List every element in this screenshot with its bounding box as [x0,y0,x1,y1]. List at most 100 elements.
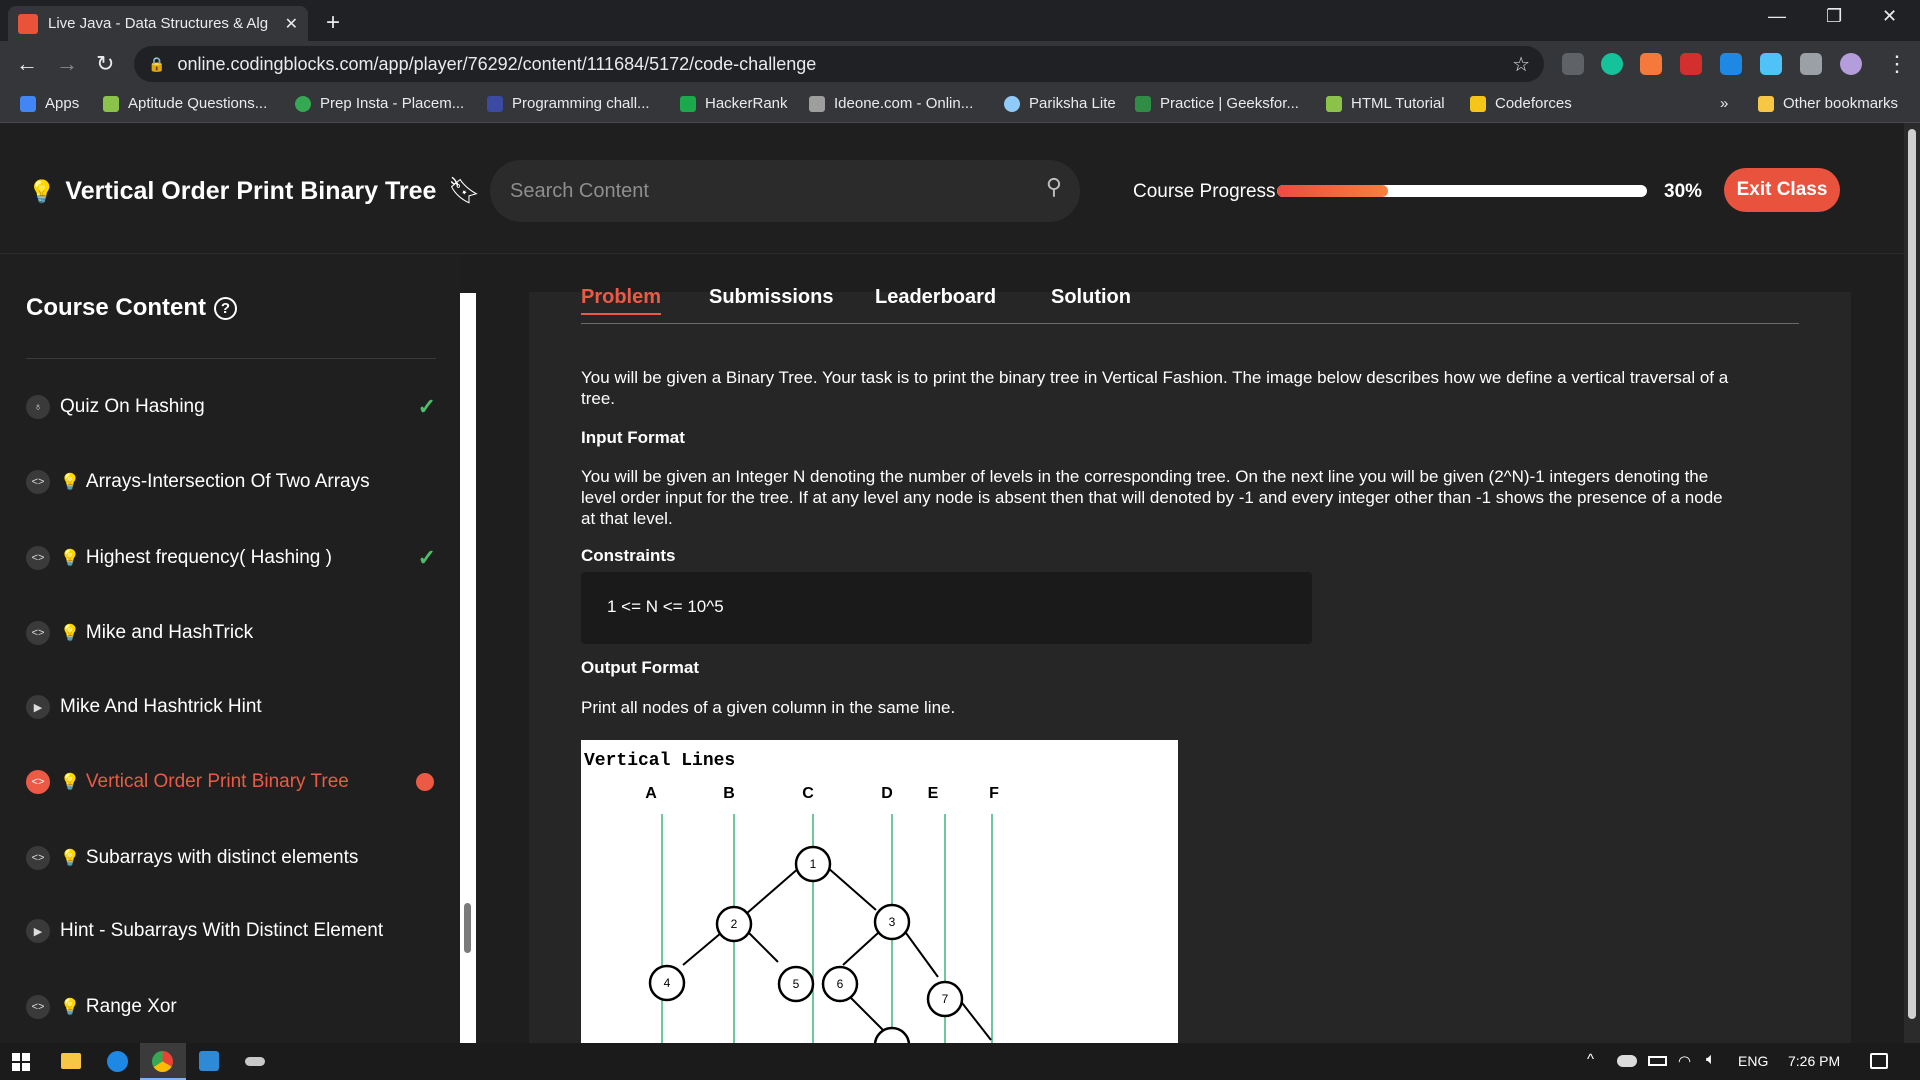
bookmarks-overflow-button[interactable]: » [1720,95,1728,112]
bookmark-item[interactable]: Ideone.com - Onlin... [809,95,973,112]
lightbulb-icon: 💡 [60,774,80,791]
volume-icon[interactable]: 🔈︎ [1706,1051,1716,1069]
sidebar-item-arrays-intersection[interactable]: <> 💡 Arrays-Intersection Of Two Arrays [26,470,436,494]
wifi-icon[interactable]: ◠ [1678,1052,1691,1070]
constraints-heading: Constraints [581,546,676,565]
bookmark-icon[interactable]: 🔖︎ [448,175,481,206]
notification-icon[interactable] [1870,1053,1888,1069]
clock[interactable]: 7:26 PM [1788,1053,1840,1069]
bookmark-item[interactable]: HackerRank [680,95,788,112]
sidebar-item-mike-hashtrick-hint[interactable]: ▶ Mike And Hashtrick Hint [26,695,436,719]
check-icon: ✓ [417,394,436,419]
sidebar-item-highest-frequency[interactable]: <> 💡 Highest frequency( Hashing ) ✓ [26,545,436,570]
forward-icon[interactable]: → [56,51,78,77]
bookmark-item[interactable]: Prep Insta - Placem... [295,95,464,112]
bookmark-favicon-icon [487,95,503,112]
extension-icon[interactable] [1562,53,1584,75]
code-icon: <> [26,846,50,870]
node-label: 4 [664,976,671,990]
bookmark-apps[interactable]: Apps [20,95,79,112]
vscode-icon[interactable] [199,1051,219,1071]
grammarly-icon[interactable] [1601,53,1623,75]
sidebar-item-vertical-order[interactable]: <> 💡 Vertical Order Print Binary Tree [26,770,436,794]
search-content-input[interactable]: Search Content ⚲ [490,160,1080,222]
course-progress-percent: 30% [1664,181,1703,202]
tray-chevron-icon[interactable]: ^ [1587,1051,1594,1068]
page-scrollbar[interactable] [1904,123,1920,1043]
bookmark-item[interactable]: Pariksha Lite [1004,95,1116,112]
bookmark-star-icon[interactable]: ☆ [1512,52,1530,77]
help-icon[interactable]: ? [214,296,237,320]
bookmark-item[interactable]: Aptitude Questions... [103,95,267,112]
sidebar-item-subarrays-distinct[interactable]: <> 💡 Subarrays with distinct elements [26,846,436,870]
bookmark-favicon-icon [680,95,696,112]
bookmark-item[interactable]: Codeforces [1470,95,1572,112]
bookmark-favicon-icon [1326,95,1342,112]
tab-solution[interactable]: Solution [1051,286,1131,309]
sidebar-item-range-xor[interactable]: <> 💡 Range Xor [26,995,436,1019]
sidebar-scroll-thumb[interactable] [464,903,471,953]
node-label: 3 [889,915,896,929]
sidebar-item-mike-and-hashtrick[interactable]: <> 💡 Mike and HashTrick [26,621,436,645]
extension-icon[interactable] [1720,53,1742,75]
course-content-heading: Course Content ? [26,294,237,322]
edge-icon[interactable] [107,1051,128,1072]
course-progress-bar [1277,185,1647,197]
extension-icon[interactable] [1760,53,1782,75]
address-bar[interactable]: 🔒 online.codingblocks.com/app/player/762… [134,46,1544,82]
course-progress-label: Course Progress [1133,181,1276,202]
browser-tab[interactable]: Live Java - Data Structures & Alg ✕ [8,6,308,41]
tab-problem[interactable]: Problem [581,286,662,315]
sidebar-item-subarrays-hint[interactable]: ▶ Hint - Subarrays With Distinct Element [26,919,436,943]
sidebar-item-quiz-on-hashing[interactable]: ♁ Quiz On Hashing ✓ [26,394,436,419]
code-icon: <> [26,770,50,794]
menu-kebab-icon[interactable]: ⋮ [1886,51,1908,77]
file-explorer-icon[interactable] [61,1053,81,1069]
language-indicator[interactable]: ENG [1738,1053,1768,1069]
sidebar-scrollbar[interactable] [460,293,476,1043]
input-format-heading: Input Format [581,428,685,447]
diagram-title: Vertical Lines [584,751,735,771]
extension-icon[interactable] [1680,53,1702,75]
new-tab-icon[interactable]: + [326,9,340,37]
restore-icon[interactable]: ❐ [1826,6,1842,27]
browser-tab-strip: Live Java - Data Structures & Alg ✕ + — … [0,0,1920,41]
back-icon[interactable]: ← [16,51,38,77]
tab-close-icon[interactable]: ✕ [285,14,298,34]
column-label: F [989,785,999,802]
app-icon[interactable] [245,1057,265,1066]
app-header: 💡 Vertical Order Print Binary Tree 🔖︎ Se… [0,123,1904,254]
search-icon[interactable]: ⚲ [1046,174,1062,200]
node-label: 6 [837,977,844,991]
bookmark-favicon-icon [1135,95,1151,112]
tab-submissions[interactable]: Submissions [709,286,833,309]
output-format-text: Print all nodes of a given column in the… [581,698,956,717]
scroll-thumb[interactable] [1908,129,1916,1019]
constraints-box: 1 <= N <= 10^5 [581,572,1312,644]
extension-icon[interactable] [1640,53,1662,75]
lightbulb-icon: 💡 [60,850,80,867]
reload-icon[interactable]: ↻ [96,51,114,77]
lightbulb-icon: 💡 [28,178,56,204]
exit-class-button[interactable]: Exit Class [1724,168,1840,212]
onedrive-icon[interactable] [1617,1055,1637,1067]
minimize-icon[interactable]: — [1768,6,1786,27]
bookmark-item[interactable]: Programming chall... [487,95,650,112]
window-close-icon[interactable]: ✕ [1882,6,1897,27]
other-bookmarks[interactable]: Other bookmarks [1758,95,1898,112]
tab-leaderboard[interactable]: Leaderboard [875,286,996,309]
bookmark-favicon-icon [809,95,825,112]
profile-avatar[interactable] [1840,53,1862,75]
puzzle-icon[interactable] [1800,53,1822,75]
battery-icon[interactable] [1648,1056,1667,1066]
chrome-taskbar-icon[interactable] [140,1043,186,1080]
bookmark-item[interactable]: Practice | Geeksfor... [1135,95,1299,112]
windows-start-icon[interactable] [12,1053,30,1071]
bookmark-item[interactable]: HTML Tutorial [1326,95,1445,112]
divider [26,358,436,359]
play-icon: ▶ [26,695,50,719]
tab-title: Live Java - Data Structures & Alg [48,15,269,32]
bookmark-favicon-icon [103,95,119,112]
tree-edge [842,932,879,966]
folder-icon [1758,95,1774,112]
